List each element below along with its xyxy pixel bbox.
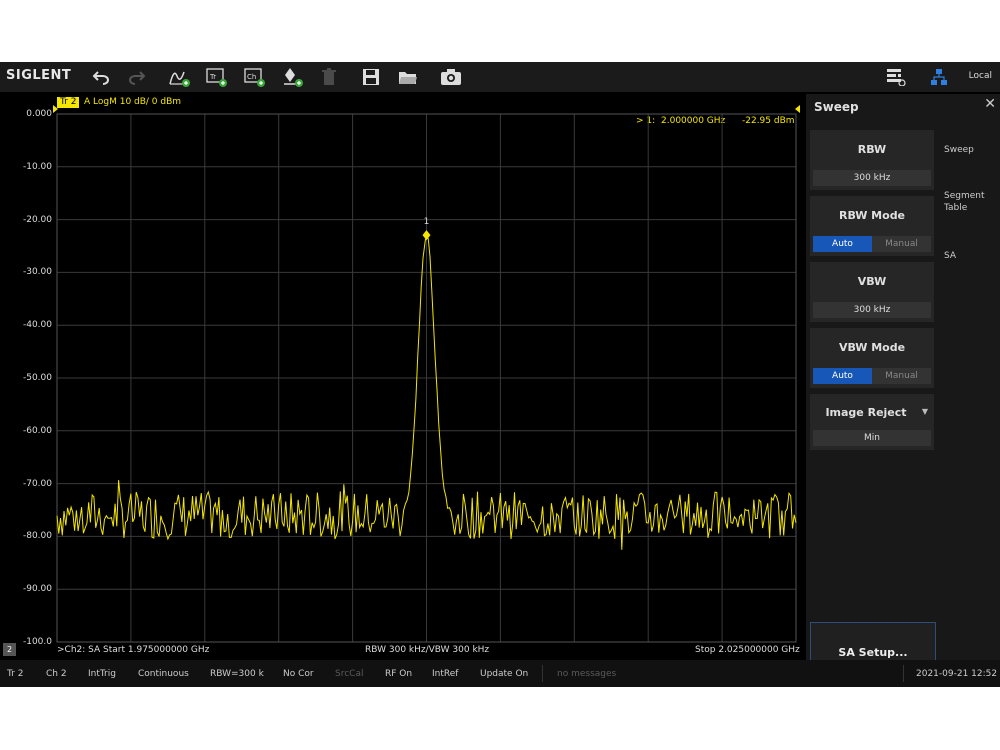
rbw-mode-auto-option[interactable]: Auto bbox=[813, 236, 872, 252]
vbw-value-field[interactable]: 300 kHz bbox=[813, 302, 931, 318]
status-trace[interactable]: Tr 2 bbox=[7, 669, 23, 679]
status-trigger[interactable]: IntTrig bbox=[88, 669, 116, 679]
chevron-down-icon[interactable]: ▼ bbox=[922, 407, 928, 416]
status-separator bbox=[542, 665, 543, 682]
reference-level-left-marker bbox=[53, 105, 58, 113]
layout-icon[interactable] bbox=[884, 65, 908, 89]
camera-icon[interactable] bbox=[439, 65, 463, 89]
status-source-cal[interactable]: SrcCal bbox=[335, 669, 363, 679]
panel-title: Sweep bbox=[814, 100, 859, 114]
status-sweep-mode[interactable]: Continuous bbox=[138, 669, 189, 679]
side-tab-sweep[interactable]: Sweep bbox=[944, 144, 1000, 156]
rbw-label: RBW bbox=[857, 143, 887, 156]
vbw-group: VBW 300 kHz bbox=[810, 262, 934, 322]
add-channel-icon[interactable]: Ch bbox=[243, 65, 267, 89]
rbw-value-field[interactable]: 300 kHz bbox=[813, 170, 931, 186]
rbw-mode-group: RBW Mode Auto Manual bbox=[810, 196, 934, 256]
status-update[interactable]: Update On bbox=[480, 669, 528, 679]
vbw-mode-group: VBW Mode Auto Manual bbox=[810, 328, 934, 388]
rbw-mode-toggle[interactable]: Auto Manual bbox=[813, 236, 931, 252]
status-bar: Tr 2 Ch 2 IntTrig Continuous RBW=300 k N… bbox=[0, 660, 1000, 687]
status-rf[interactable]: RF On bbox=[385, 669, 412, 679]
side-tab-segment-table[interactable]: Segment Table bbox=[944, 190, 994, 214]
status-datetime: 2021-09-21 12:52 bbox=[916, 669, 998, 679]
sweep-panel: Sweep ✕ RBW 300 kHz RBW Mode Auto Manual… bbox=[806, 94, 1000, 682]
marker-number-label: 1 bbox=[424, 217, 430, 227]
network-icon[interactable] bbox=[927, 65, 951, 89]
rbw-group: RBW 300 kHz bbox=[810, 130, 934, 190]
side-tab-sa[interactable]: SA bbox=[944, 250, 1000, 262]
stop-frequency-label[interactable]: Stop 2.025000000 GHz bbox=[695, 645, 800, 656]
remote-status-label: Local bbox=[968, 71, 992, 81]
svg-text:Ch: Ch bbox=[247, 73, 256, 81]
bandwidth-label[interactable]: RBW 300 kHz/VBW 300 kHz bbox=[365, 645, 489, 656]
vbw-mode-label: VBW Mode bbox=[838, 341, 906, 354]
add-trace-tr-icon[interactable]: Tr bbox=[205, 65, 229, 89]
trace-plot-area[interactable]: Tr 2 A LogM 10 dB/ 0 dBm 0.000 -10.00 -20.… bbox=[0, 94, 806, 660]
add-trace-icon[interactable] bbox=[168, 65, 192, 89]
image-reject-group[interactable]: Image Reject ▼ Min bbox=[810, 394, 934, 450]
status-messages: no messages bbox=[557, 669, 617, 679]
vbw-mode-toggle[interactable]: Auto Manual bbox=[813, 368, 931, 384]
siglent-logo: SIGLENT bbox=[6, 68, 72, 83]
vbw-label: VBW bbox=[857, 275, 887, 288]
save-icon[interactable] bbox=[359, 65, 383, 89]
channel-badge[interactable]: 2 bbox=[3, 643, 16, 656]
reference-level-right-marker bbox=[795, 105, 800, 113]
start-frequency-label[interactable]: >Ch2: SA Start 1.975000000 GHz bbox=[57, 645, 209, 656]
vbw-mode-manual-option[interactable]: Manual bbox=[872, 368, 931, 384]
spectrum-chart[interactable]: 1 bbox=[0, 94, 806, 660]
undo-icon[interactable] bbox=[89, 65, 113, 89]
add-marker-icon[interactable] bbox=[281, 65, 305, 89]
status-correction[interactable]: No Cor bbox=[283, 669, 314, 679]
toolbar: SIGLENT Tr Ch Local bbox=[0, 62, 1000, 92]
marker-diamond bbox=[422, 230, 431, 241]
image-reject-value-field[interactable]: Min bbox=[813, 430, 931, 446]
close-icon[interactable]: ✕ bbox=[984, 96, 996, 112]
vna-app-window: SIGLENT Tr Ch Local Tr 2 A LogM 10 dB/ 0… bbox=[0, 62, 1000, 687]
status-reference[interactable]: IntRef bbox=[432, 669, 458, 679]
image-reject-label: Image Reject bbox=[825, 406, 907, 419]
status-rbw[interactable]: RBW=300 k bbox=[210, 669, 264, 679]
rbw-mode-manual-option[interactable]: Manual bbox=[872, 236, 931, 252]
rbw-mode-label: RBW Mode bbox=[838, 209, 906, 222]
open-folder-icon[interactable] bbox=[396, 65, 420, 89]
status-channel[interactable]: Ch 2 bbox=[46, 669, 67, 679]
svg-text:Tr: Tr bbox=[209, 73, 216, 81]
redo-icon[interactable] bbox=[125, 65, 149, 89]
status-separator bbox=[903, 665, 904, 682]
vbw-mode-auto-option[interactable]: Auto bbox=[813, 368, 872, 384]
delete-icon[interactable] bbox=[318, 65, 342, 89]
